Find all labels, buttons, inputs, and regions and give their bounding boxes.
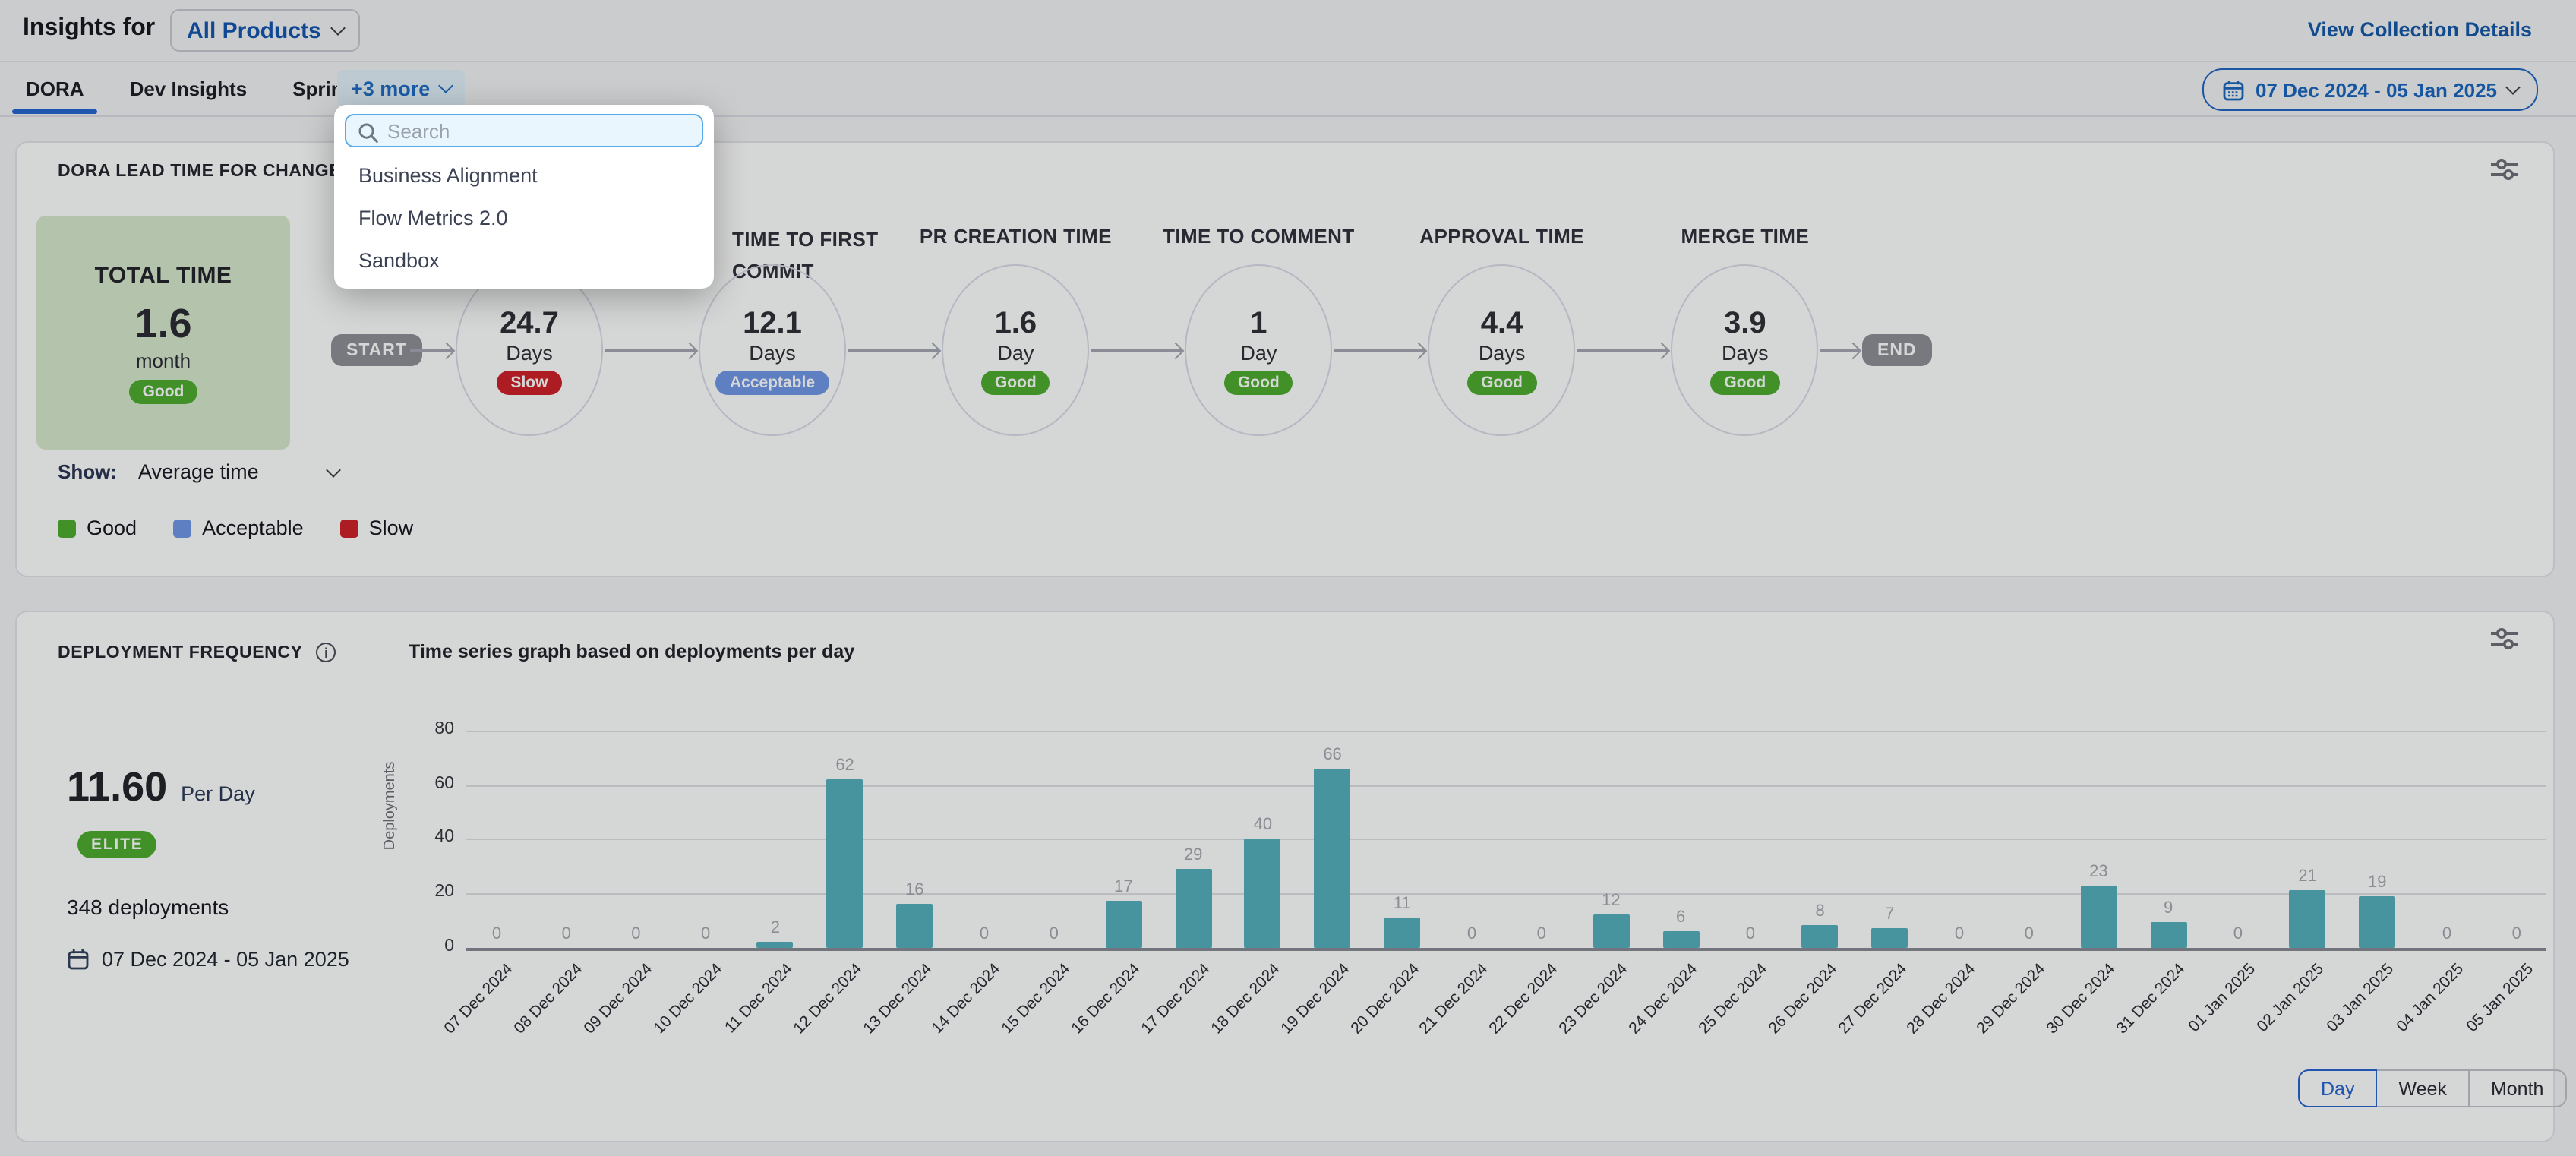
search-input[interactable] bbox=[346, 115, 702, 146]
insights-dropdown-menu: Business AlignmentFlow Metrics 2.0Sandbo… bbox=[334, 105, 714, 289]
menu-item-business-alignment[interactable]: Business Alignment bbox=[334, 153, 714, 196]
app-root: Insights for All Products View Collectio… bbox=[0, 0, 2576, 1156]
menu-item-flow-metrics-2-0[interactable]: Flow Metrics 2.0 bbox=[334, 196, 714, 238]
menu-item-sandbox[interactable]: Sandbox bbox=[334, 238, 714, 281]
dropdown-menu-items: Business AlignmentFlow Metrics 2.0Sandbo… bbox=[334, 153, 714, 281]
dropdown-search-box bbox=[345, 114, 703, 147]
